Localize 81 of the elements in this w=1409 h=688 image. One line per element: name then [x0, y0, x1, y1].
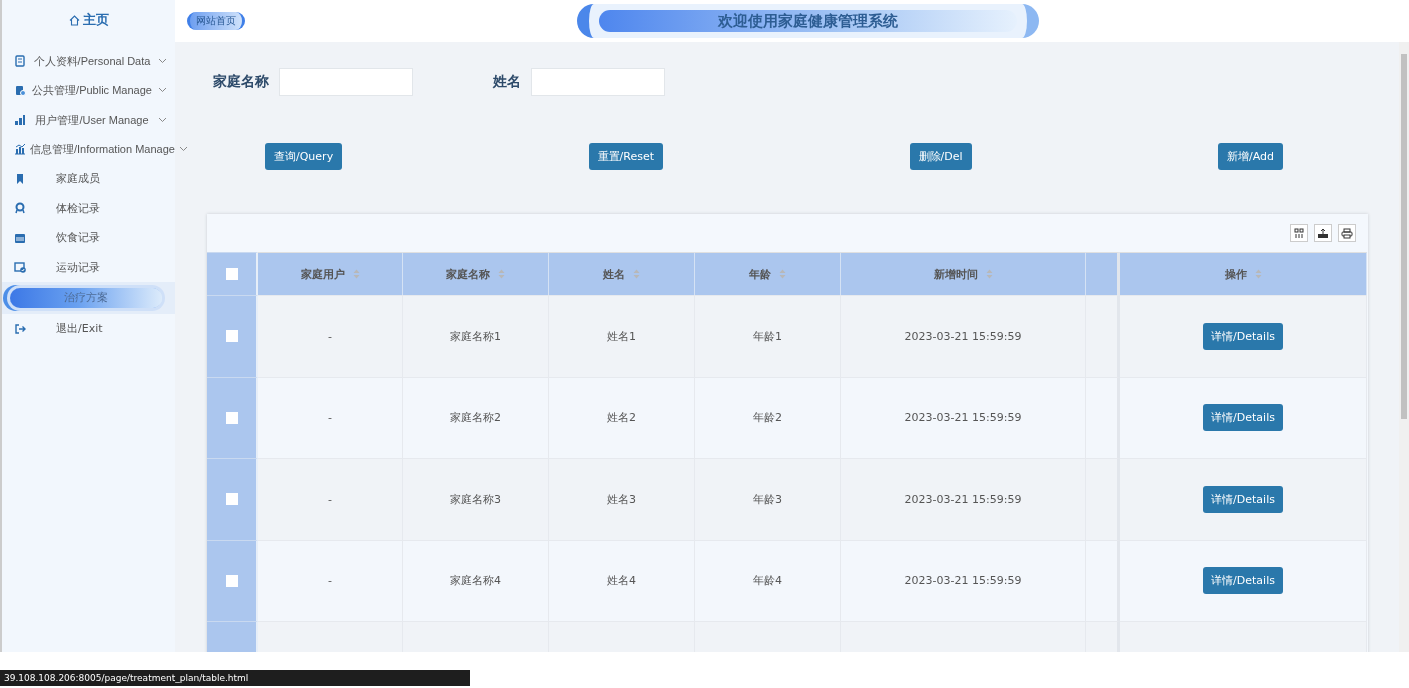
column-header[interactable]: 操作: [1120, 252, 1367, 295]
submenu-item[interactable]: 体检记录: [56, 200, 100, 216]
table-cell: 2023-03-21 15:59:59: [841, 539, 1086, 621]
badge-icon: [14, 202, 26, 215]
sort-icon[interactable]: [779, 269, 786, 279]
details-button[interactable]: 详情/Details: [1203, 322, 1283, 350]
columns-icon[interactable]: [1290, 224, 1308, 242]
table-cell: -: [258, 539, 403, 621]
action-button[interactable]: 新增/Add: [1218, 143, 1283, 170]
checkbox[interactable]: [225, 574, 238, 587]
menu-item[interactable]: 用户管理/User Manage: [30, 112, 154, 127]
column-header[interactable]: 家庭名称: [403, 252, 549, 295]
details-button[interactable]: 详情/Details: [1203, 567, 1283, 595]
search-field[interactable]: [279, 68, 413, 96]
action-button[interactable]: 重置/Reset: [588, 143, 664, 170]
column-header[interactable]: 新增时间: [841, 252, 1086, 295]
chevron-down-icon[interactable]: [158, 57, 167, 64]
print-icon[interactable]: [1338, 224, 1356, 242]
action-button[interactable]: 查询/Query: [265, 143, 343, 170]
table-cell: 家庭名称3: [403, 458, 549, 540]
bar-chart-icon: [14, 113, 26, 126]
calendar-icon: [14, 231, 26, 244]
chevron-down-icon[interactable]: [158, 87, 167, 94]
checkbox[interactable]: [225, 411, 238, 424]
sort-icon[interactable]: [352, 269, 360, 279]
menu-item[interactable]: 信息管理/Information Manage: [30, 142, 175, 157]
table-cell: 年龄3: [695, 458, 841, 540]
column-header[interactable]: 姓名: [549, 252, 695, 295]
field-label: 家庭名称: [213, 73, 269, 91]
export-icon[interactable]: [1314, 224, 1332, 242]
field-label: 姓名: [493, 73, 521, 91]
submenu-item[interactable]: 饮食记录: [56, 230, 100, 246]
column-header[interactable]: 家庭用户: [258, 252, 403, 295]
table-cell: 家庭名称2: [403, 376, 549, 458]
table-cell: 年龄2: [695, 376, 841, 458]
table-cell: 姓名4: [549, 539, 695, 621]
document-icon: [14, 54, 26, 67]
search-field[interactable]: [531, 68, 665, 96]
sort-icon[interactable]: [1254, 269, 1262, 279]
table-cell: -: [258, 458, 403, 540]
checkbox[interactable]: [225, 268, 238, 280]
home-link[interactable]: 主页: [68, 11, 109, 29]
table-cell: 2023-03-21 15:59:59: [841, 458, 1086, 540]
table-cell: 2023-03-21 15:59:59: [841, 295, 1086, 377]
sort-icon[interactable]: [633, 269, 640, 279]
sort-icon[interactable]: [498, 269, 505, 279]
sort-icon[interactable]: [985, 269, 993, 279]
table-cell: 年龄1: [695, 295, 841, 377]
page-title: 欢迎使用家庭健康管理系统: [599, 10, 1017, 32]
table-cell: [1086, 621, 1120, 652]
bookmark-icon: [14, 172, 26, 185]
submenu-item[interactable]: 家庭成员: [56, 171, 100, 187]
status-url: 39.108.108.206:8005/page/treatment_plan/table.html: [0, 670, 470, 686]
table-cell: 2023-03-21 15:59:59: [841, 376, 1086, 458]
menu-item[interactable]: 退出/Exit: [56, 321, 103, 337]
submenu-item[interactable]: 运动记录: [56, 259, 100, 275]
column-header[interactable]: 年龄: [695, 252, 841, 295]
table-cell: 姓名3: [549, 458, 695, 540]
table-cell: -: [258, 376, 403, 458]
chart-icon: [14, 143, 26, 156]
menu-item[interactable]: 个人资料/Personal Data: [30, 53, 154, 68]
table-cell: 年龄4: [695, 539, 841, 621]
table-cell: 家庭名称4: [403, 539, 549, 621]
table-cell: 姓名1: [549, 295, 695, 377]
scrollbar[interactable]: [1399, 42, 1409, 652]
checkbox[interactable]: [225, 493, 238, 506]
table-cell: 姓名2: [549, 376, 695, 458]
action-button[interactable]: 删除/Del: [909, 143, 972, 170]
calendar-check-icon: [14, 261, 26, 274]
checkbox[interactable]: [225, 330, 238, 343]
logout-icon: [14, 322, 26, 335]
table-cell: 家庭名称1: [403, 295, 549, 377]
table-cell: -: [258, 295, 403, 377]
menu-item[interactable]: 公共管理/Public Manage: [30, 83, 154, 98]
home-icon: [68, 14, 80, 26]
details-button[interactable]: 详情/Details: [1203, 404, 1283, 432]
chevron-down-icon[interactable]: [158, 116, 167, 123]
header-cell: [1086, 252, 1120, 295]
site-home-link[interactable]: 网站首页: [187, 12, 245, 30]
clipboard-icon: [14, 84, 26, 97]
details-button[interactable]: 详情/Details: [1203, 485, 1283, 513]
